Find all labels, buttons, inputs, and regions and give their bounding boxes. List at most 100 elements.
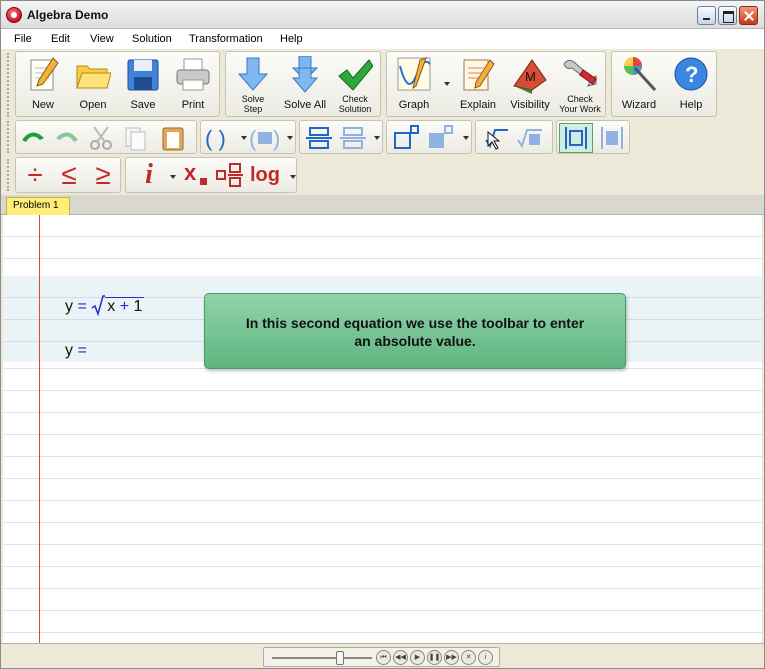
menu-file[interactable]: File bbox=[14, 33, 32, 45]
solve-step-button[interactable]: Solve Step bbox=[226, 52, 280, 118]
box-parentheses-button[interactable]: () bbox=[249, 124, 280, 152]
menu-solution[interactable]: Solution bbox=[132, 33, 172, 45]
tools-toolbar: Graph Explain M Visibility Check Your Wo… bbox=[386, 51, 606, 117]
menu-help[interactable]: Help bbox=[280, 33, 303, 45]
redo-button[interactable] bbox=[52, 124, 82, 152]
toolbar-grip[interactable] bbox=[7, 121, 11, 153]
absolute-value-button[interactable] bbox=[559, 123, 593, 153]
log-dropdown-icon[interactable] bbox=[290, 175, 296, 179]
close-button[interactable] bbox=[739, 6, 758, 25]
subscript-box-icon bbox=[200, 178, 207, 185]
down-arrow-icon bbox=[237, 57, 269, 91]
new-document-icon bbox=[30, 57, 59, 91]
title-bar: Algebra Demo bbox=[1, 1, 764, 29]
check-solution-button[interactable]: Check Solution bbox=[328, 52, 382, 118]
visibility-button[interactable]: M Visibility bbox=[503, 52, 557, 118]
toolbar-grip[interactable] bbox=[7, 53, 11, 117]
radicand: x + 1 bbox=[105, 297, 145, 315]
cut-button[interactable] bbox=[86, 124, 116, 152]
menu-view[interactable]: View bbox=[90, 33, 114, 45]
svg-text:): ) bbox=[273, 126, 280, 151]
graph-button[interactable]: Graph bbox=[387, 52, 441, 118]
play-icon[interactable]: ▶ bbox=[410, 650, 425, 665]
root-toolbar bbox=[475, 120, 553, 154]
help-label: Help bbox=[679, 99, 703, 111]
fraction-icon bbox=[306, 127, 332, 149]
visibility-label: Visibility bbox=[510, 99, 550, 111]
graph-label: Graph bbox=[398, 99, 430, 111]
mixed-fraction-button[interactable] bbox=[338, 124, 368, 152]
stop-icon[interactable]: ✕ bbox=[461, 650, 476, 665]
filled-exponent-button[interactable] bbox=[425, 124, 455, 152]
double-down-arrow-icon bbox=[291, 56, 319, 93]
menu-edit[interactable]: Edit bbox=[51, 33, 70, 45]
magic-wand-icon bbox=[624, 57, 657, 92]
work-area[interactable]: y = x + 1 y = bbox=[3, 215, 762, 643]
undo-button[interactable] bbox=[18, 124, 48, 152]
playback-slider-track[interactable] bbox=[272, 657, 372, 659]
exponent-icon bbox=[394, 125, 419, 149]
skip-start-icon[interactable]: ⏮ bbox=[376, 650, 391, 665]
playback-slider-thumb[interactable] bbox=[336, 651, 344, 665]
square-root-button[interactable] bbox=[480, 124, 510, 152]
scissors-icon bbox=[90, 126, 112, 150]
info-icon[interactable]: i bbox=[478, 650, 493, 665]
menu-transformation[interactable]: Transformation bbox=[189, 33, 263, 45]
filled-absolute-value-icon bbox=[601, 127, 623, 149]
parentheses-dropdown-icon[interactable] bbox=[241, 136, 247, 140]
graph-dropdown-icon[interactable] bbox=[444, 82, 450, 86]
print-label: Print bbox=[181, 99, 205, 111]
divide-button[interactable]: ÷ bbox=[20, 160, 50, 190]
status-bar: ⏮ ◀◀ ▶ ❚❚ ▶▶ ✕ i bbox=[1, 643, 764, 668]
fraction-dropdown-icon[interactable] bbox=[374, 136, 380, 140]
exponent-button[interactable] bbox=[391, 124, 421, 152]
exponent-dropdown-icon[interactable] bbox=[463, 136, 469, 140]
copy-button[interactable] bbox=[120, 124, 150, 152]
imaginary-dropdown-icon[interactable] bbox=[170, 175, 176, 179]
wizard-button[interactable]: Wizard bbox=[612, 52, 666, 118]
filled-absolute-value-button[interactable] bbox=[597, 124, 627, 152]
imaginary-button[interactable]: i bbox=[134, 160, 164, 190]
equation-2[interactable]: y = bbox=[65, 342, 87, 360]
check-your-work-button[interactable]: Check Your Work bbox=[553, 52, 607, 118]
log-button[interactable]: log bbox=[250, 162, 286, 190]
subscript-button[interactable]: x bbox=[180, 160, 210, 190]
rewind-icon[interactable]: ◀◀ bbox=[393, 650, 408, 665]
save-button[interactable]: Save bbox=[116, 52, 170, 118]
copy-icon bbox=[125, 127, 146, 151]
pause-icon[interactable]: ❚❚ bbox=[427, 650, 442, 665]
solve-all-button[interactable]: Solve All bbox=[278, 52, 332, 118]
paste-button[interactable] bbox=[158, 124, 188, 152]
parentheses-icon: ( ) bbox=[205, 126, 226, 151]
notepad-icon bbox=[463, 59, 495, 91]
help-button[interactable]: ? Help bbox=[664, 52, 718, 118]
relations-toolbar: ÷ ≤ ≥ bbox=[15, 157, 121, 193]
new-button[interactable]: New bbox=[16, 52, 70, 118]
nth-root-button[interactable] bbox=[514, 124, 544, 152]
fraction-button[interactable] bbox=[304, 124, 334, 152]
parentheses-button[interactable]: ( ) bbox=[203, 124, 233, 152]
nth-root-icon bbox=[517, 129, 542, 149]
radicand-plus: + bbox=[119, 298, 130, 315]
minimize-button[interactable] bbox=[697, 6, 716, 25]
maximize-button[interactable] bbox=[718, 6, 737, 25]
equation-1[interactable]: y = x + 1 bbox=[65, 295, 145, 317]
greater-equal-button[interactable]: ≥ bbox=[88, 160, 118, 190]
print-button[interactable]: Print bbox=[166, 52, 220, 118]
tab-problem-1[interactable]: Problem 1 bbox=[6, 197, 70, 215]
checkmark-icon bbox=[338, 59, 373, 91]
explain-button[interactable]: Explain bbox=[451, 52, 505, 118]
mixed-number-button[interactable] bbox=[216, 162, 246, 190]
box-parentheses-dropdown-icon[interactable] bbox=[287, 136, 293, 140]
toolbar-grip[interactable] bbox=[7, 159, 11, 191]
svg-text:(: ( bbox=[249, 126, 257, 151]
fast-forward-icon[interactable]: ▶▶ bbox=[444, 650, 459, 665]
open-button[interactable]: Open bbox=[66, 52, 120, 118]
wizard-label: Wizard bbox=[621, 99, 657, 111]
svg-text:( ): ( ) bbox=[205, 126, 226, 151]
playback-controls: ⏮ ◀◀ ▶ ❚❚ ▶▶ ✕ i bbox=[263, 647, 500, 667]
equation-2-lhs: y bbox=[65, 342, 73, 359]
less-equal-button[interactable]: ≤ bbox=[54, 160, 84, 190]
solve-toolbar: Solve Step Solve All Check Solution bbox=[225, 51, 381, 117]
check-your-work-label: Check Your Work bbox=[559, 94, 601, 114]
